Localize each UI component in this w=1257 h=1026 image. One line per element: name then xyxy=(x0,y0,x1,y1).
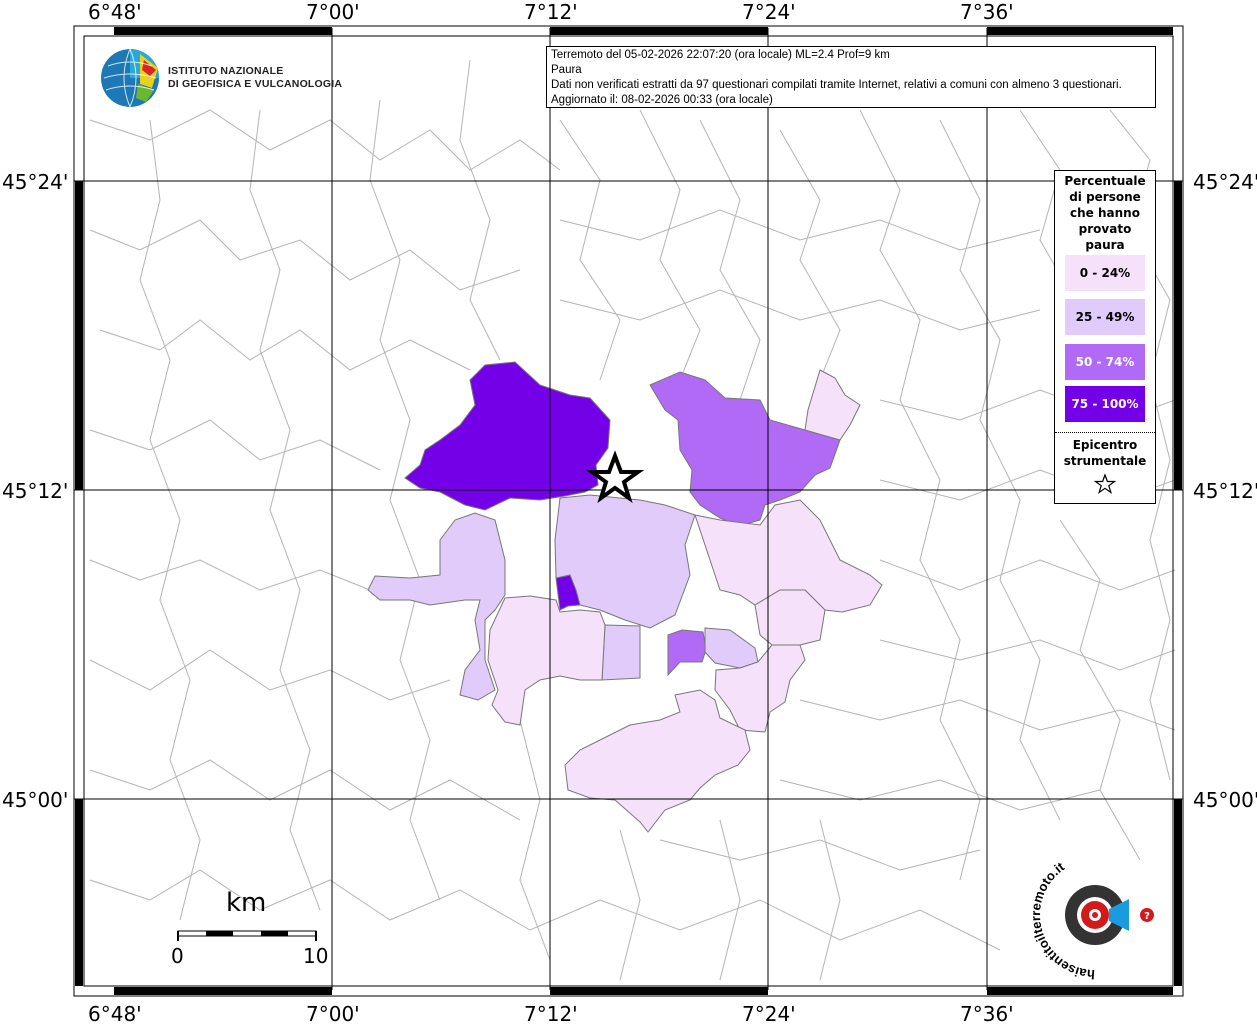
legend-class-2: 50 - 74% xyxy=(1065,344,1145,380)
municipality-25-49 xyxy=(704,627,759,669)
lon-label-top: 7°36' xyxy=(960,0,1014,24)
ingv-logo: ISTITUTO NAZIONALE DI GEOFISICA E VULCAN… xyxy=(100,48,342,108)
lon-label-top: 7°00' xyxy=(306,0,360,24)
epicenter-star xyxy=(585,450,645,504)
event-line: Terremoto del 05-02-2026 22:07:20 (ora l… xyxy=(551,49,890,61)
ingv-name-line1: ISTITUTO NAZIONALE xyxy=(168,65,284,77)
updated-line: Aggiornato il: 08-02-2026 00:33 (ora loc… xyxy=(551,94,773,106)
lat-label-right: 45°00' xyxy=(1193,788,1257,812)
scale-unit: km xyxy=(226,888,267,918)
municipality-0-24 xyxy=(487,595,606,726)
lon-label-bottom: 7°12' xyxy=(524,1002,578,1026)
municipality-25-49 xyxy=(554,494,696,629)
data-note-line: Dati non verificati estratti da 97 quest… xyxy=(551,79,1122,91)
scale-max: 10 xyxy=(303,944,329,968)
municipality-75-100 xyxy=(404,361,611,511)
lon-label-bottom: 7°36' xyxy=(960,1002,1014,1026)
lon-label-bottom: 7°00' xyxy=(306,1002,360,1026)
felt-intensity-map: ? haisentitoilterremoto.it xyxy=(73,25,1184,997)
legend-title: Percentuale di persone che hanno provato… xyxy=(1064,174,1146,252)
legend-epicenter: Epicentro strumentale xyxy=(1055,437,1155,499)
map-type-line: Paura xyxy=(551,64,582,76)
lat-label-left: 45°24' xyxy=(2,170,69,194)
scale-bar xyxy=(177,930,317,941)
lat-label-left: 45°12' xyxy=(2,479,69,503)
municipality-50-74 xyxy=(649,371,841,527)
municipality-0-24 xyxy=(804,369,861,441)
globe-icon xyxy=(101,48,159,108)
legend: Percentuale di persone che hanno provato… xyxy=(1054,170,1156,504)
lat-label-left: 45°00' xyxy=(2,788,69,812)
municipality-25-49 xyxy=(367,512,506,701)
lon-label-bottom: 6°48' xyxy=(88,1002,142,1026)
lon-label-top: 7°24' xyxy=(742,0,796,24)
legend-separator xyxy=(1055,432,1155,433)
municipality-25-49 xyxy=(601,624,641,681)
lat-label-right: 45°24' xyxy=(1193,170,1257,194)
lon-label-bottom: 7°24' xyxy=(742,1002,796,1026)
felt-municipalities xyxy=(367,361,883,833)
lat-label-right: 45°12' xyxy=(1193,479,1257,503)
legend-class-0: 0 - 24% xyxy=(1065,255,1145,291)
scale-min: 0 xyxy=(171,944,184,968)
lon-label-top: 7°12' xyxy=(524,0,578,24)
ingv-name-line2: DI GEOFISICA E VULCANOLOGIA xyxy=(168,78,343,90)
event-info-box: Terremoto del 05-02-2026 22:07:20 (ora l… xyxy=(546,46,1156,108)
legend-class-3: 75 - 100% xyxy=(1065,386,1145,422)
municipality-0-24 xyxy=(564,689,751,833)
municipality-50-74 xyxy=(667,629,707,677)
legend-class-1: 25 - 49% xyxy=(1065,299,1145,335)
lon-label-top: 6°48' xyxy=(88,0,142,24)
star-icon xyxy=(1093,473,1117,495)
haisentito-logo: ? xyxy=(1053,873,1154,957)
svg-text:?: ? xyxy=(1144,911,1150,922)
